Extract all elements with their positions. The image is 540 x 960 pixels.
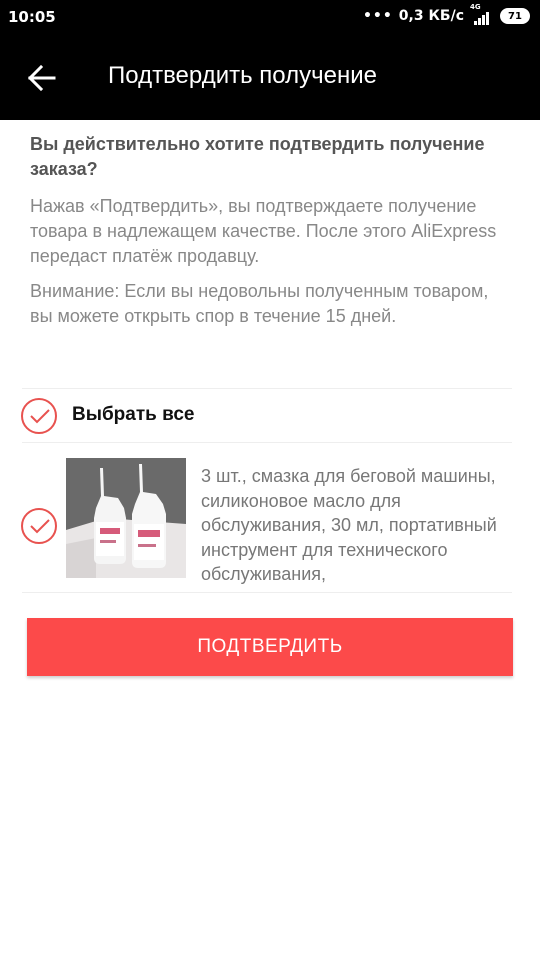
confirm-button[interactable]: ПОДТВЕРДИТЬ <box>27 618 513 676</box>
divider <box>22 442 512 443</box>
signal-dots-icon: ••• <box>362 8 393 24</box>
network-type: 4G <box>470 3 481 11</box>
confirm-question: Вы действительно хотите подтвердить полу… <box>30 134 485 179</box>
network-speed: 0,3 КБ/с <box>398 8 464 24</box>
status-time: 10:05 <box>8 8 56 26</box>
item-checkbox[interactable] <box>21 508 57 544</box>
dispute-warning: Внимание: Если вы недовольны полученным … <box>30 281 489 326</box>
status-right: ••• 0,3 КБ/с 4G 71 <box>362 3 530 25</box>
battery-icon: 71 <box>500 8 530 24</box>
network-bars-icon: 4G <box>470 3 494 25</box>
confirm-info: Вы действительно хотите подтвердить полу… <box>30 132 512 329</box>
arrow-left-icon <box>27 64 56 92</box>
product-title[interactable]: 3 шт., смазка для беговой машины, силико… <box>201 464 506 588</box>
back-button[interactable] <box>26 58 58 98</box>
page-title: Подтвердить получение <box>108 62 377 89</box>
check-icon <box>30 409 50 424</box>
divider <box>22 592 512 593</box>
app-bar: Подтвердить получение <box>0 36 540 120</box>
select-all-checkbox[interactable] <box>21 398 57 434</box>
confirm-description: Нажав «Подтвердить», вы подтверждаете по… <box>30 196 497 266</box>
status-bar: 10:05 ••• 0,3 КБ/с 4G 71 <box>0 0 540 36</box>
battery-level: 71 <box>508 10 522 22</box>
product-image[interactable] <box>66 458 186 578</box>
check-icon <box>30 519 50 534</box>
select-all-label[interactable]: Выбрать все <box>72 404 194 426</box>
divider <box>22 388 512 389</box>
